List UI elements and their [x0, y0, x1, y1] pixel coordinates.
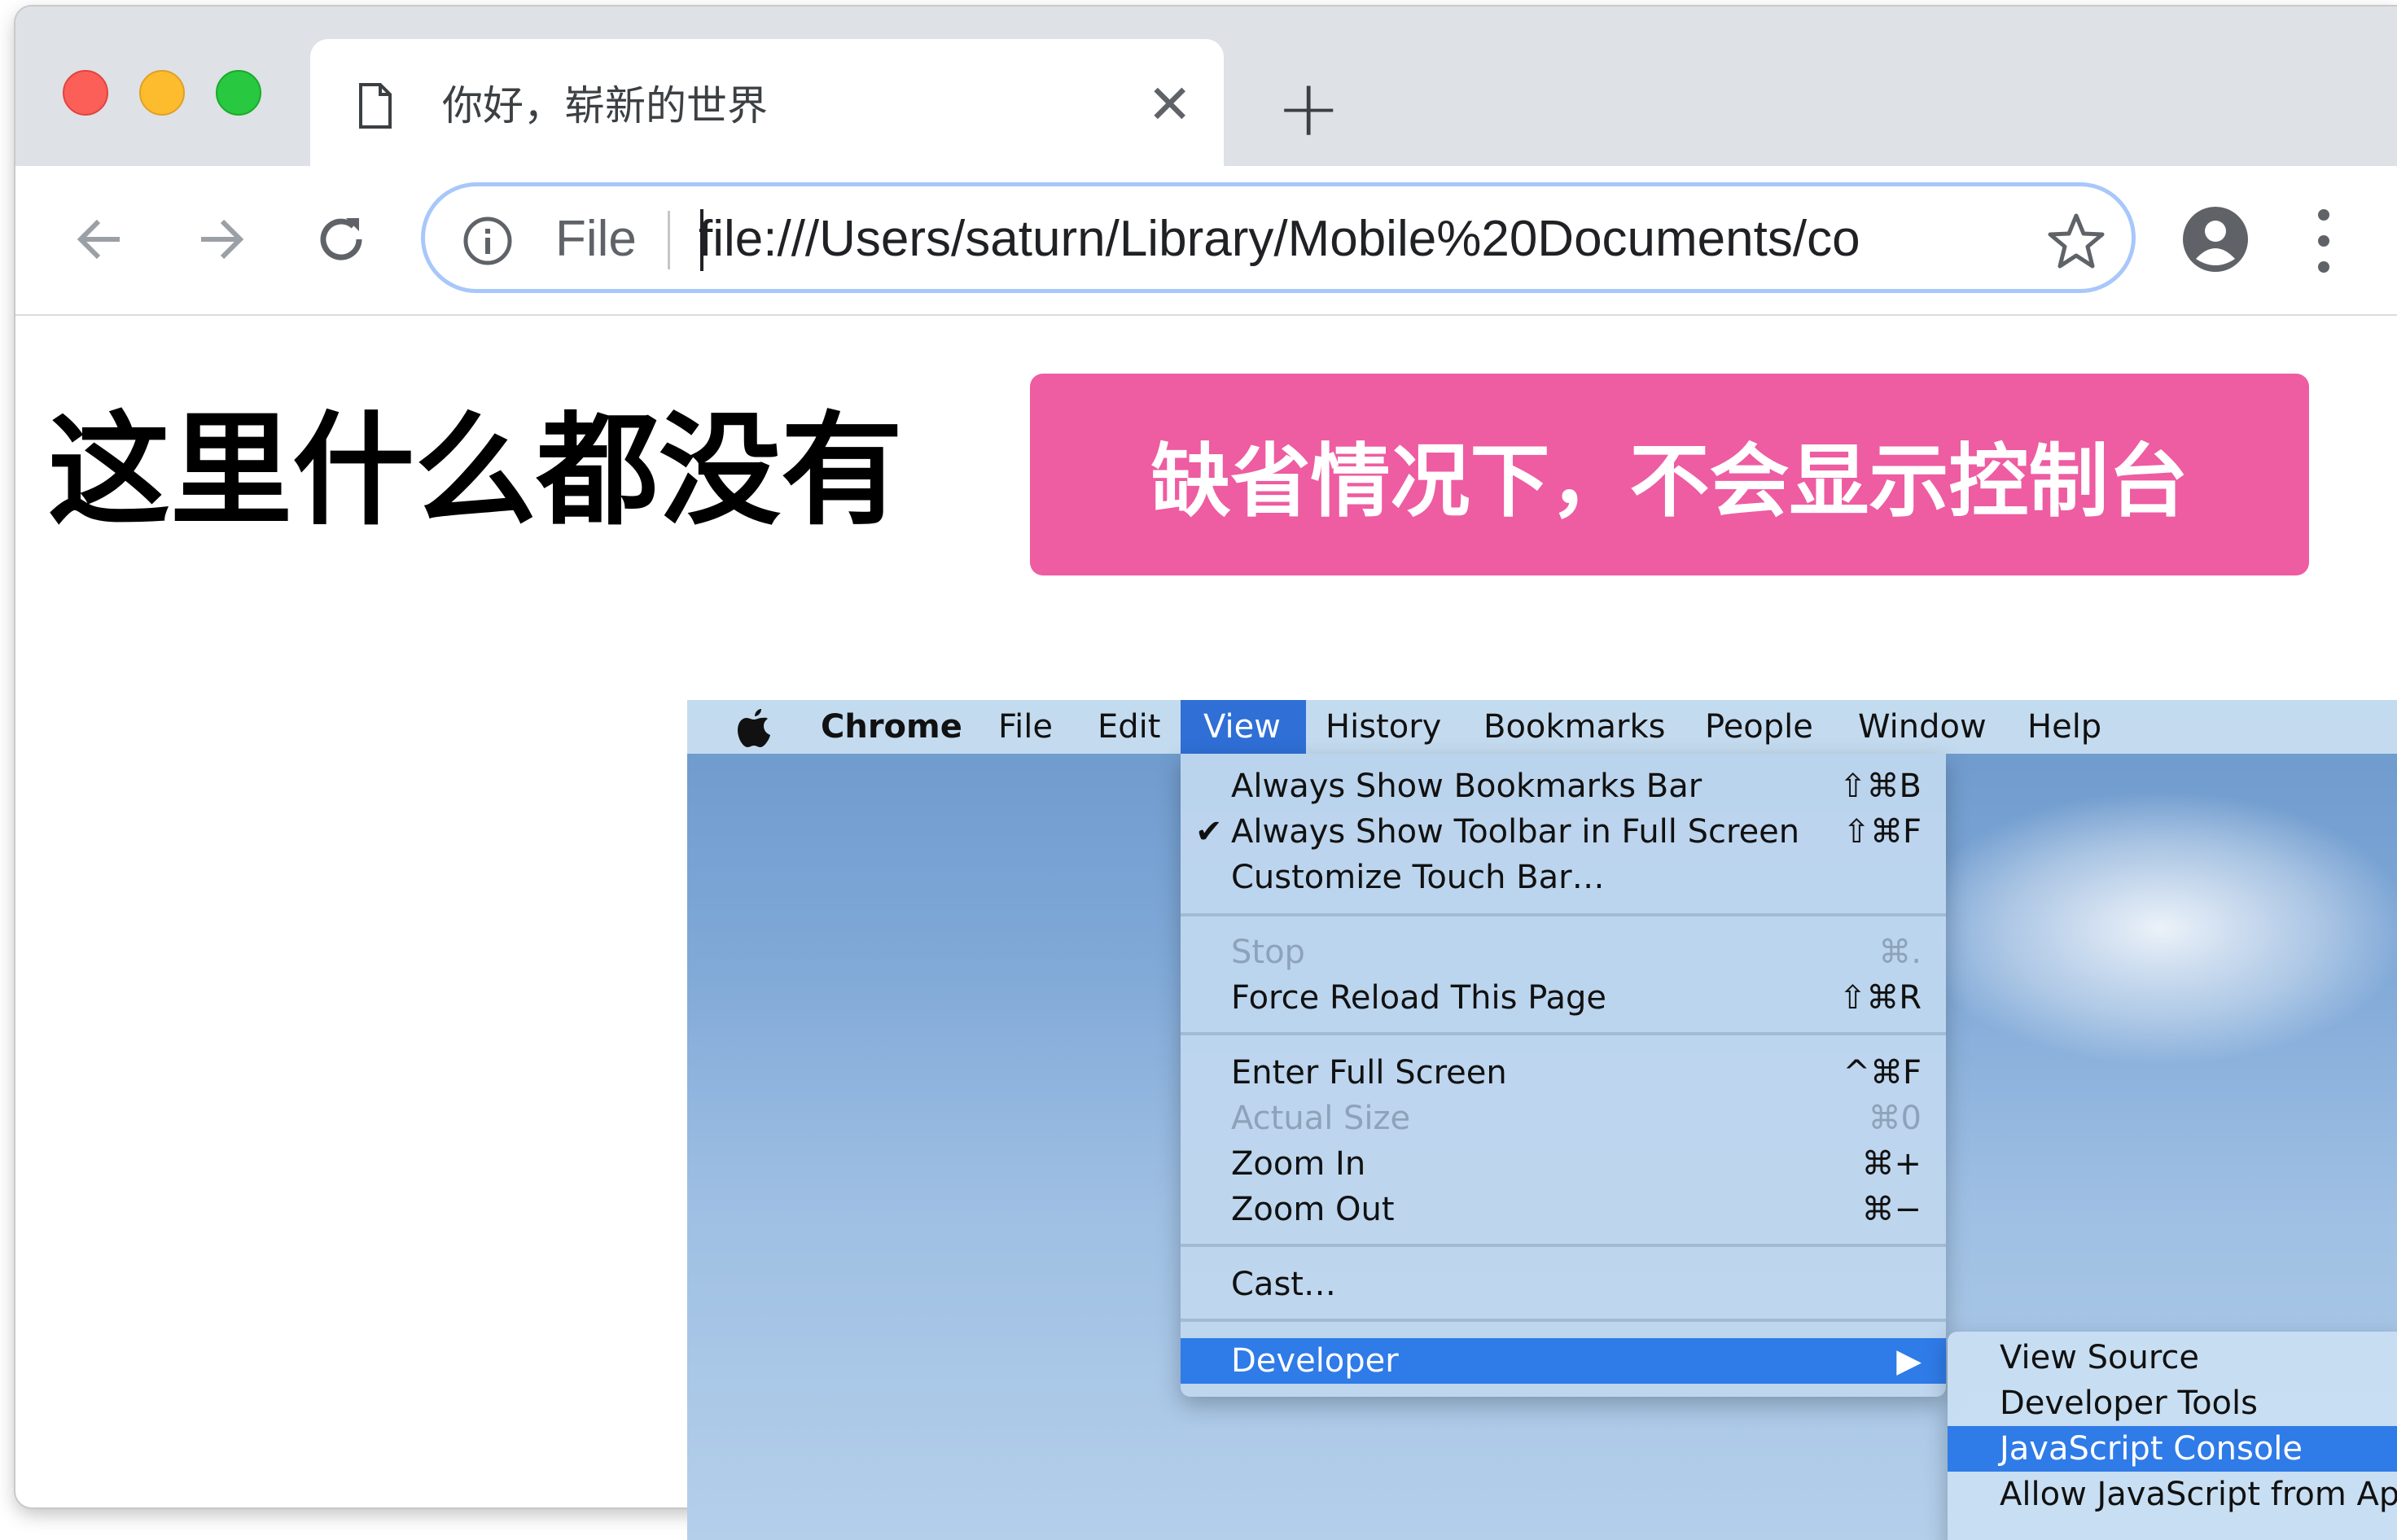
annotation-callout: 缺省情况下，不会显示控制台	[1030, 374, 2309, 575]
menu-item-actual-size: Actual Size ⌘0	[1231, 1100, 1922, 1137]
window-maximize-button[interactable]	[216, 70, 261, 116]
submenu-item-allow-javascript[interactable]: Allow JavaScript from Ap	[1948, 1472, 2397, 1517]
tab-close-icon[interactable]: ✕	[1147, 77, 1192, 133]
apple-logo-icon[interactable]	[736, 708, 772, 749]
view-menu-dropdown: Always Show Bookmarks Bar ⇧⌘B ✔ Always S…	[1181, 754, 1946, 1397]
menu-separator	[1181, 1032, 1946, 1035]
window-minimize-button[interactable]	[139, 70, 185, 116]
menu-item-always-show-bookmarks-bar[interactable]: Always Show Bookmarks Bar ⇧⌘B	[1181, 763, 1946, 809]
menubar-bookmarks[interactable]: Bookmarks	[1483, 700, 1665, 754]
forward-arrow-icon[interactable]	[188, 207, 253, 272]
menu-item-customize-touch-bar[interactable]: Customize Touch Bar…	[1181, 855, 1946, 900]
menubar-window[interactable]: Window	[1858, 700, 1987, 754]
macos-menu-screenshot: Chrome File Edit View History Bookmarks …	[687, 700, 2397, 1540]
reload-icon[interactable]	[309, 207, 374, 272]
submenu-arrow-icon: ▶	[1896, 1342, 1922, 1380]
menu-item-zoom-out[interactable]: Zoom Out ⌘−	[1181, 1187, 1946, 1232]
checkmark-icon: ✔	[1195, 813, 1223, 851]
developer-submenu: View Source Developer Tools JavaScript C…	[1948, 1332, 2397, 1540]
menu-separator	[1181, 1319, 1946, 1322]
menu-item-always-show-toolbar[interactable]: ✔ Always Show Toolbar in Full Screen ⇧⌘F	[1181, 809, 1946, 855]
menu-item-developer[interactable]: Developer ▶	[1181, 1338, 1946, 1384]
browser-toolbar: File file:///Users/saturn/Library/Mobile…	[15, 166, 2397, 316]
menu-item-force-reload[interactable]: Force Reload This Page ⇧⌘R	[1181, 975, 1946, 1021]
menu-item-stop: Stop ⌘.	[1231, 934, 1922, 971]
menubar-help[interactable]: Help	[2027, 700, 2101, 754]
menubar-history[interactable]: History	[1326, 700, 1441, 754]
menubar-app-name[interactable]: Chrome	[821, 700, 962, 754]
tab-title: 你好，崭新的世界	[442, 82, 768, 129]
submenu-item-javascript-console[interactable]: JavaScript Console	[1948, 1426, 2397, 1472]
url-input[interactable]: file:///Users/saturn/Library/Mobile%20Do…	[699, 211, 1985, 268]
page-icon	[359, 83, 392, 129]
omnibox-divider	[668, 211, 670, 269]
bookmark-star-icon[interactable]	[2045, 211, 2107, 273]
menubar-people[interactable]: People	[1705, 700, 1813, 754]
menubar-view[interactable]: View	[1203, 700, 1281, 754]
menubar-file[interactable]: File	[998, 700, 1053, 754]
profile-avatar-icon[interactable]	[2181, 205, 2250, 273]
menu-item-enter-full-screen[interactable]: Enter Full Screen ^⌘F	[1181, 1050, 1946, 1096]
info-icon[interactable]	[462, 216, 513, 266]
macos-menubar: Chrome File Edit View History Bookmarks …	[687, 700, 2397, 754]
back-arrow-icon[interactable]	[68, 207, 133, 272]
menu-separator	[1181, 913, 1946, 917]
tab-strip: 你好，崭新的世界 ✕ +	[15, 7, 2397, 169]
more-menu-icon[interactable]	[2312, 205, 2336, 277]
menu-item-zoom-in[interactable]: Zoom In ⌘+	[1181, 1141, 1946, 1187]
wallpaper-cloud	[1908, 790, 2397, 1066]
menu-item-cast[interactable]: Cast…	[1181, 1262, 1946, 1307]
window-close-button[interactable]	[63, 70, 108, 116]
active-tab[interactable]: 你好，崭新的世界 ✕	[310, 39, 1224, 169]
scheme-label: File	[555, 211, 637, 267]
submenu-item-view-source[interactable]: View Source	[1948, 1335, 2397, 1380]
new-tab-button[interactable]: +	[1276, 65, 1341, 151]
menu-separator	[1181, 1244, 1946, 1247]
text-caret	[700, 209, 703, 271]
page-heading: 这里什么都没有	[48, 399, 904, 542]
submenu-item-developer-tools[interactable]: Developer Tools	[1948, 1380, 2397, 1426]
menubar-edit[interactable]: Edit	[1098, 700, 1160, 754]
address-bar[interactable]: File file:///Users/saturn/Library/Mobile…	[421, 182, 2136, 293]
